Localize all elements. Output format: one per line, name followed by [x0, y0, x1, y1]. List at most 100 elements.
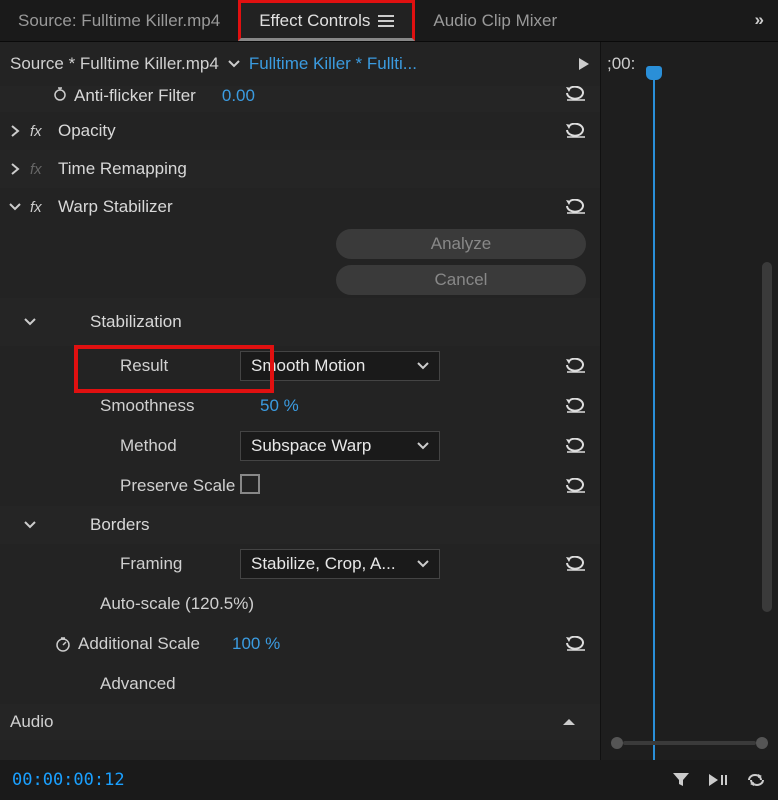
- row-smoothness: Smoothness 50 %: [0, 386, 600, 426]
- smoothness-label: Smoothness: [50, 396, 260, 416]
- timeline-zoom-slider[interactable]: [611, 738, 768, 748]
- row-advanced[interactable]: Advanced: [0, 664, 600, 704]
- reset-icon[interactable]: [566, 636, 586, 652]
- analyze-row: Analyze: [0, 226, 600, 262]
- row-additional-scale: Additional Scale 100 %: [0, 624, 600, 664]
- anti-flicker-value[interactable]: 0.00: [222, 86, 255, 106]
- chevron-down-icon: [417, 560, 429, 568]
- fx-icon[interactable]: fx: [30, 161, 52, 178]
- chevron-right-icon[interactable]: [6, 125, 24, 137]
- smoothness-value[interactable]: 50 %: [260, 396, 470, 416]
- analyze-button[interactable]: Analyze: [336, 229, 586, 259]
- row-audio[interactable]: Audio: [0, 704, 600, 740]
- chevron-right-icon[interactable]: [0, 678, 50, 690]
- reset-icon[interactable]: [566, 556, 586, 572]
- chevron-down-icon[interactable]: [225, 60, 243, 68]
- tab-source[interactable]: Source: Fulltime Killer.mp4: [0, 0, 238, 41]
- chevron-right-icon[interactable]: [0, 598, 50, 610]
- reset-icon[interactable]: [566, 199, 586, 215]
- row-result: Result Smooth Motion: [0, 346, 600, 386]
- loop-icon[interactable]: [746, 772, 766, 788]
- row-borders[interactable]: Borders: [0, 506, 600, 544]
- play-only-icon[interactable]: [708, 773, 728, 787]
- additional-scale-label: Additional Scale: [72, 634, 232, 654]
- row-opacity[interactable]: fx Opacity: [0, 112, 600, 150]
- stopwatch-icon[interactable]: [54, 635, 72, 653]
- dropdown-value: Smooth Motion: [251, 356, 365, 376]
- hamburger-icon[interactable]: [378, 15, 394, 27]
- cancel-row: Cancel: [0, 262, 600, 298]
- row-anti-flicker[interactable]: Anti-flicker Filter 0.00: [0, 86, 600, 112]
- reset-icon[interactable]: [566, 398, 586, 414]
- row-time-remapping[interactable]: fx Time Remapping: [0, 150, 600, 188]
- stopwatch-icon[interactable]: [52, 86, 68, 102]
- chevron-down-icon[interactable]: [6, 203, 24, 211]
- chevron-right-icon[interactable]: [0, 638, 50, 650]
- zoom-handle-left[interactable]: [611, 737, 623, 749]
- collapse-up-icon[interactable]: [562, 717, 600, 727]
- chevron-down-icon[interactable]: [6, 318, 46, 326]
- row-framing: Framing Stabilize, Crop, A...: [0, 544, 600, 584]
- effect-controls-panel: Source * Fulltime Killer.mp4 Fulltime Ki…: [0, 42, 778, 760]
- fx-icon[interactable]: fx: [30, 199, 52, 216]
- method-label: Method: [30, 436, 240, 456]
- panel-tabs: Source: Fulltime Killer.mp4 Effect Contr…: [0, 0, 778, 42]
- reset-icon[interactable]: [566, 86, 586, 102]
- row-method: Method Subspace Warp: [0, 426, 600, 466]
- bottom-bar: 00:00:00:12: [0, 760, 778, 800]
- cancel-button[interactable]: Cancel: [336, 265, 586, 295]
- advanced-label: Advanced: [50, 674, 260, 694]
- timecode-label: ;00:: [607, 54, 635, 74]
- preserve-scale-label: Preserve Scale: [30, 476, 240, 496]
- source-clip-label: Source * Fulltime Killer.mp4: [10, 54, 219, 74]
- framing-dropdown[interactable]: Stabilize, Crop, A...: [240, 549, 440, 579]
- chevron-down-icon: [417, 442, 429, 450]
- audio-label: Audio: [10, 712, 53, 732]
- row-preserve-scale: Preserve Scale: [0, 466, 600, 506]
- method-dropdown[interactable]: Subspace Warp: [240, 431, 440, 461]
- chevron-down-icon[interactable]: [6, 521, 46, 529]
- tabs-overflow-icon[interactable]: »: [741, 0, 778, 41]
- play-icon[interactable]: [578, 57, 590, 71]
- additional-scale-value[interactable]: 100 %: [232, 634, 442, 654]
- borders-label: Borders: [90, 515, 150, 535]
- reset-icon[interactable]: [566, 123, 586, 139]
- stabilization-label: Stabilization: [90, 312, 182, 332]
- timeline-ruler[interactable]: ;00:: [601, 42, 778, 86]
- chevron-right-icon[interactable]: [6, 163, 24, 175]
- result-dropdown[interactable]: Smooth Motion: [240, 351, 440, 381]
- dropdown-value: Subspace Warp: [251, 436, 371, 456]
- effects-list: Anti-flicker Filter 0.00 fx Opacity fx T…: [0, 86, 600, 760]
- filter-icon[interactable]: [672, 772, 690, 788]
- timeline-column: ;00:: [600, 42, 778, 760]
- fx-icon[interactable]: fx: [30, 123, 52, 140]
- reset-icon[interactable]: [566, 358, 586, 374]
- chevron-down-icon: [417, 362, 429, 370]
- time-remapping-label: Time Remapping: [58, 159, 187, 179]
- zoom-track[interactable]: [623, 741, 756, 745]
- result-label: Result: [30, 356, 240, 376]
- chevron-right-icon[interactable]: [0, 400, 50, 412]
- zoom-handle-right[interactable]: [756, 737, 768, 749]
- sequence-link[interactable]: Fulltime Killer * Fullti...: [249, 54, 417, 74]
- row-auto-scale: Auto-scale (120.5%): [0, 584, 600, 624]
- tab-effect-controls[interactable]: Effect Controls: [238, 0, 415, 41]
- tab-label: Effect Controls: [259, 11, 370, 31]
- reset-icon[interactable]: [566, 438, 586, 454]
- preserve-scale-checkbox[interactable]: [240, 474, 260, 494]
- auto-scale-label: Auto-scale (120.5%): [50, 594, 254, 614]
- main-column: Source * Fulltime Killer.mp4 Fulltime Ki…: [0, 42, 600, 760]
- row-warp-stabilizer[interactable]: fx Warp Stabilizer: [0, 188, 600, 226]
- anti-flicker-label: Anti-flicker Filter: [74, 86, 196, 106]
- playhead[interactable]: [653, 76, 655, 796]
- row-stabilization[interactable]: Stabilization: [0, 298, 600, 346]
- warp-stabilizer-label: Warp Stabilizer: [58, 197, 173, 217]
- opacity-label: Opacity: [58, 121, 116, 141]
- dropdown-value: Stabilize, Crop, A...: [251, 554, 396, 574]
- tab-audio-clip-mixer[interactable]: Audio Clip Mixer: [415, 0, 575, 41]
- current-timecode[interactable]: 00:00:00:12: [12, 770, 125, 790]
- framing-label: Framing: [30, 554, 240, 574]
- timeline-scrollbar[interactable]: [762, 262, 772, 612]
- reset-icon[interactable]: [566, 478, 586, 494]
- source-sequence-row: Source * Fulltime Killer.mp4 Fulltime Ki…: [0, 42, 600, 86]
